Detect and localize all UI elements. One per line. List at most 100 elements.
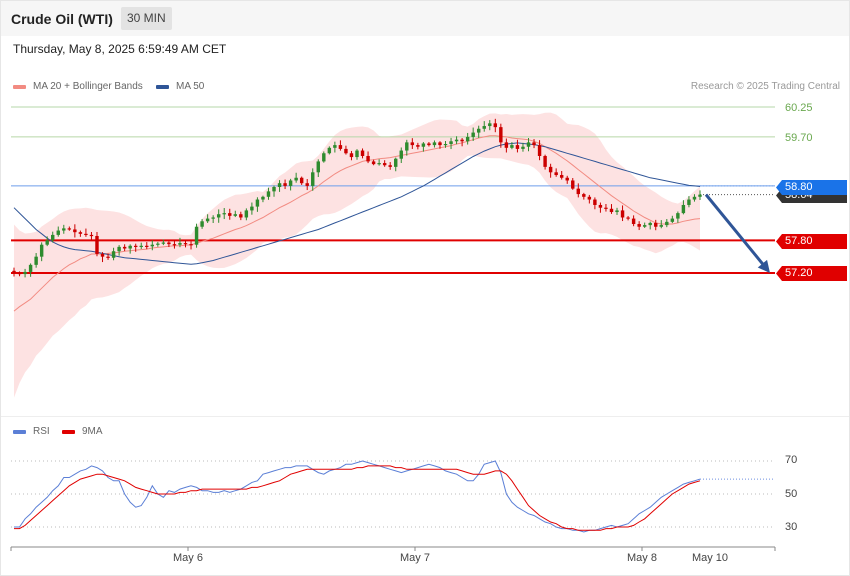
- candle-body: [609, 208, 614, 213]
- candle-body: [548, 166, 553, 173]
- candle-body: [476, 128, 481, 133]
- candle-body: [670, 218, 675, 222]
- candle-body: [416, 145, 420, 147]
- candle-body: [571, 180, 575, 189]
- candle-body: [73, 229, 77, 233]
- candle-body: [482, 126, 486, 129]
- candle-body: [56, 230, 60, 235]
- candle-body: [349, 153, 354, 158]
- candle-body: [228, 213, 232, 216]
- candle-body: [338, 145, 343, 149]
- x-label-may-10: May 10: [691, 552, 729, 564]
- price-chart[interactable]: [0, 0, 850, 576]
- candle-body: [454, 139, 459, 142]
- candle-body: [432, 142, 437, 146]
- candle-body: [200, 221, 204, 227]
- candle-body: [659, 225, 663, 227]
- candle-body: [681, 204, 686, 214]
- candle-body: [399, 150, 403, 159]
- candle-body: [167, 242, 171, 245]
- candle-body: [355, 150, 359, 158]
- candle-body: [687, 199, 691, 205]
- level-label-60-25: 60.25: [785, 102, 813, 114]
- candle-body: [598, 204, 603, 208]
- candle-body: [582, 194, 586, 197]
- candle-body: [139, 245, 143, 247]
- candle-body: [128, 245, 132, 249]
- candle-body: [45, 240, 49, 245]
- candle-body: [493, 123, 498, 128]
- candle-body: [23, 271, 27, 275]
- candle-body: [471, 132, 475, 137]
- candle-body: [537, 145, 542, 156]
- candle-body: [438, 142, 442, 146]
- candle-body: [133, 245, 138, 247]
- candle-body: [626, 217, 630, 219]
- rsi-tick-70: 70: [785, 454, 798, 466]
- candle-body: [665, 221, 669, 226]
- candle-body: [322, 153, 326, 162]
- candle-body: [288, 180, 293, 186]
- candle-body: [51, 234, 55, 241]
- candle-body: [410, 142, 415, 146]
- candle-body: [266, 191, 271, 197]
- candle-body: [255, 199, 260, 207]
- candle-body: [427, 143, 431, 146]
- candle-body: [499, 127, 503, 143]
- candle-body: [587, 196, 592, 200]
- candle-body: [620, 210, 625, 218]
- forecast-arrow-shaft: [704, 193, 768, 269]
- candle-body: [305, 183, 309, 186]
- candle-body: [172, 244, 177, 246]
- candle-body: [117, 246, 121, 252]
- candle-body: [216, 214, 221, 218]
- candle-body: [515, 145, 520, 149]
- candle-body: [261, 196, 265, 200]
- candle-body: [244, 210, 249, 218]
- candle-body: [344, 148, 348, 154]
- candle-body: [28, 264, 33, 272]
- candle-body: [394, 158, 398, 167]
- candle-body: [405, 142, 409, 151]
- candle-body: [654, 222, 658, 227]
- candle-body: [239, 214, 243, 218]
- candle-body: [12, 270, 16, 273]
- candle-body: [250, 206, 254, 211]
- rsi-tick-50: 50: [785, 488, 798, 500]
- candle-body: [554, 172, 558, 176]
- x-label-may-6: May 6: [173, 552, 203, 564]
- candle-body: [189, 244, 193, 246]
- candle-body: [488, 123, 492, 127]
- candle-body: [421, 143, 426, 147]
- candle-body: [366, 155, 370, 162]
- candle-body: [676, 213, 680, 219]
- candle-body: [371, 161, 376, 165]
- candle-body: [150, 244, 155, 247]
- candle-body: [39, 244, 44, 257]
- candle-body: [377, 163, 381, 165]
- candle-body: [327, 147, 332, 154]
- candle-body: [211, 217, 215, 219]
- candle-body: [576, 188, 581, 195]
- candle-body: [161, 242, 166, 244]
- candle-body: [443, 144, 448, 146]
- candle-body: [299, 177, 304, 184]
- candle-body: [17, 273, 22, 275]
- candle-body: [532, 142, 536, 146]
- candle-body: [698, 194, 702, 197]
- candle-body: [460, 139, 464, 142]
- candle-body: [277, 183, 282, 188]
- candle-body: [316, 161, 320, 173]
- candle-body: [62, 228, 66, 231]
- level-label-59-70: 59.70: [785, 132, 813, 144]
- candle-body: [692, 196, 697, 200]
- candle-body: [559, 175, 564, 178]
- candle-body: [637, 224, 641, 227]
- candle-body: [449, 141, 453, 145]
- candle-body: [78, 232, 83, 234]
- candle-body: [194, 226, 199, 245]
- candle-body: [648, 222, 652, 226]
- candle-body: [178, 243, 182, 245]
- candle-body: [111, 251, 116, 258]
- candle-body: [510, 145, 514, 148]
